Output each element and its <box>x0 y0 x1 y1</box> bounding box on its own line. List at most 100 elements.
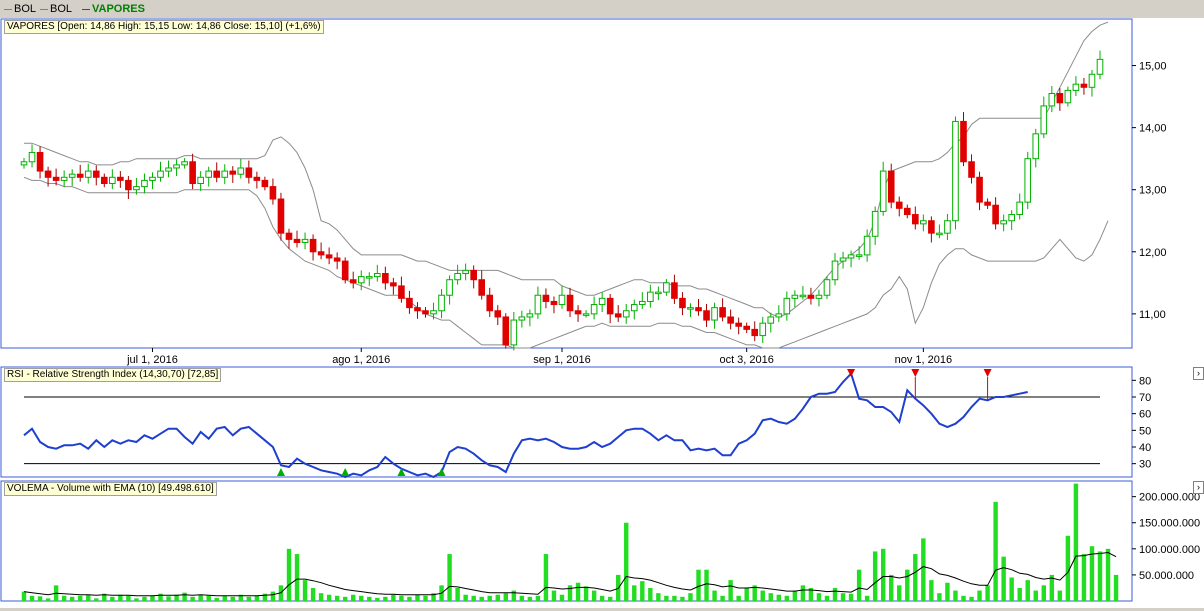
candle-body-down <box>333 257 341 262</box>
volume-bar <box>712 590 717 601</box>
candle-body-down <box>390 282 397 287</box>
candle-body-up <box>84 170 92 178</box>
volume-bar <box>872 551 878 601</box>
candle-body-up <box>205 170 212 178</box>
volume-bar <box>961 595 966 601</box>
volume-y-tick-label: 50.000.000 <box>1139 570 1194 582</box>
volume-bar <box>190 596 195 601</box>
candle-body-up <box>598 297 606 306</box>
volume-bar <box>206 595 211 601</box>
candle-body-up <box>767 316 775 324</box>
legend-swatch <box>4 8 12 10</box>
candle-body-up <box>133 186 140 191</box>
price-panel-label: VAPORES [Open: 14,86 High: 15,15 Low: 14… <box>4 20 324 34</box>
candle-body-down <box>743 325 750 330</box>
candle-body-down <box>52 176 60 181</box>
volume-bar <box>632 585 637 601</box>
volume-bar <box>889 574 894 601</box>
candle-body-down <box>903 207 911 216</box>
legend-swatch <box>82 8 90 10</box>
volume-bar <box>415 594 420 601</box>
volume-bar <box>126 595 131 601</box>
candle-body-up <box>68 173 76 178</box>
volume-y-tick-label: 150.000.000 <box>1139 518 1200 530</box>
volume-panel-label: VOLEMA - Volume with EMA (10) [49.498.61… <box>4 482 217 496</box>
volume-bar <box>342 596 348 601</box>
volume-bar <box>1073 483 1079 601</box>
candle-body-up <box>920 220 927 225</box>
rsi-y-tick-label: 80 <box>1139 375 1151 387</box>
candle-body-up <box>1088 73 1096 88</box>
candle-body-down <box>309 238 317 253</box>
volume-bar <box>45 598 51 601</box>
candle-body-down <box>261 179 269 188</box>
candle-body-up <box>1072 83 1080 91</box>
volume-bar <box>937 593 942 601</box>
candle-body-up <box>60 176 68 181</box>
candle-body-up <box>839 257 847 262</box>
volume-bar <box>856 569 862 601</box>
candle-body-down <box>245 167 253 178</box>
volume-bar <box>688 593 693 601</box>
volume-bar <box>326 594 332 601</box>
candle-body-up <box>454 273 461 281</box>
candle-body-down <box>887 170 895 203</box>
volume-bar <box>640 581 645 601</box>
volume-bar <box>334 595 340 601</box>
legend-label: VAPORES <box>92 3 145 15</box>
candle-body-up <box>936 232 943 236</box>
legend-label: BOL <box>14 3 37 15</box>
candle <box>1024 151 1032 209</box>
candle-body-up <box>365 276 373 279</box>
volume-bar <box>848 593 854 601</box>
candle-body-up <box>823 279 831 296</box>
volume-bar <box>447 554 452 601</box>
volume-bar <box>182 592 187 601</box>
volume-bar <box>591 590 597 601</box>
candle-body-down <box>671 282 678 299</box>
volume-bar <box>1033 590 1038 601</box>
candle-body-up <box>430 310 437 315</box>
candle-body-down <box>277 198 285 234</box>
chart-svg: 11,00 12,00 13,00 14,00 15,00 jul 1, 2016 ago … <box>0 18 1200 602</box>
candle-body-up <box>871 210 879 237</box>
candle-body-down <box>213 170 221 178</box>
volume-bar <box>302 580 308 601</box>
candle-body-down <box>614 313 622 318</box>
volume-bar <box>110 596 115 601</box>
volume-panel-frame <box>0 480 1133 602</box>
legend-item-0: BOL <box>4 3 36 15</box>
legend-label: BOL <box>50 3 73 15</box>
candle-body-up <box>952 120 959 222</box>
volume-bar <box>407 596 412 601</box>
volume-y-tick-label: 100.000.000 <box>1139 544 1200 556</box>
candle-body-up <box>462 269 469 275</box>
volume-bar <box>351 594 356 601</box>
volume-bar <box>921 538 926 601</box>
candle-body-up <box>590 304 598 315</box>
volume-panel-scroll-arrow-icon[interactable]: › <box>1193 481 1204 494</box>
rsi-y-tick-label: 40 <box>1139 442 1151 454</box>
legend-item-2: VAPORES <box>82 3 145 15</box>
candle-body-up <box>301 238 309 243</box>
volume-bar <box>824 595 830 601</box>
rsi-y-tick-label: 50 <box>1139 425 1151 437</box>
volume-bar <box>953 590 958 601</box>
candle-body-up <box>1040 105 1048 135</box>
candle-body-up <box>1016 201 1024 216</box>
volume-bar <box>1097 551 1103 601</box>
candle-body-up <box>783 297 791 315</box>
volume-bar <box>599 595 605 601</box>
candle-body-up <box>775 313 783 318</box>
rsi-y-tick-label: 70 <box>1139 392 1151 404</box>
volume-bar <box>471 595 476 601</box>
rsi-panel-scroll-arrow-icon[interactable]: › <box>1193 367 1204 380</box>
candle-body-down <box>189 161 196 185</box>
volume-bar <box>294 554 300 601</box>
candle-body-up <box>791 294 799 299</box>
volume-bar <box>760 590 765 601</box>
candle-body-down <box>928 220 935 234</box>
candle-body-down <box>960 120 967 163</box>
volume-bar <box>503 593 508 601</box>
candle-body-up <box>687 307 694 310</box>
